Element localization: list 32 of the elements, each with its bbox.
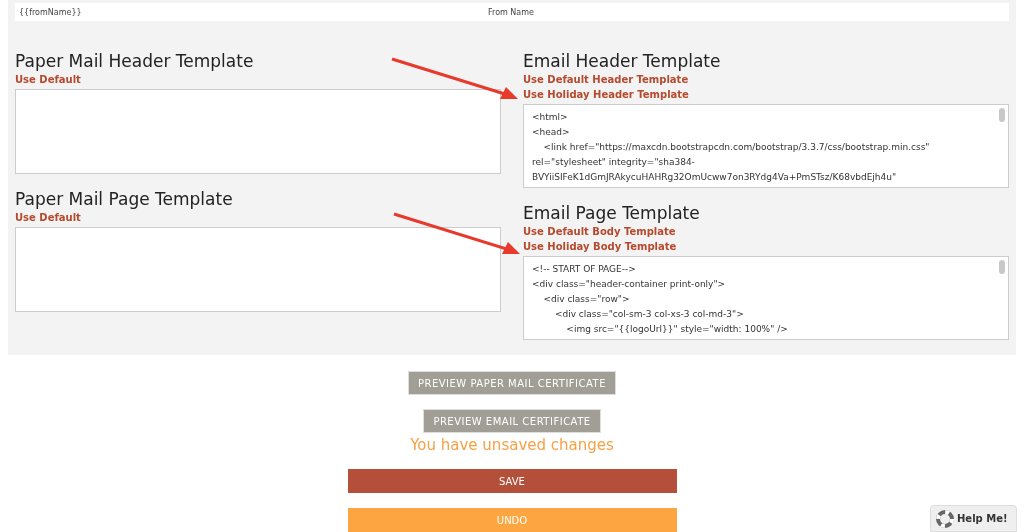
- template-link[interactable]: Use Default Header Template: [523, 72, 689, 87]
- template-link[interactable]: Use Default: [15, 210, 81, 225]
- code-line: <link href="https://maxcdn.bootstrapcdn.com/bootstrap/3.3.7/css/bootstrap.min.css" rel="stylesheet" integrity="sha384-BVYiiSIFeK1dGmJRAkycuHAHRg32OmUcww7on3RYdg4Va+PmSTsz/K68vbdEjh4u": [532, 141, 931, 184]
- code-line: <img src="{{logoUrl}}" style="width: 100%" />: [565, 323, 789, 336]
- lifebuoy-icon: [936, 509, 954, 528]
- section-title: Email Header Template: [523, 50, 721, 72]
- template-link[interactable]: Use Default Body Template: [523, 224, 676, 239]
- help-button[interactable]: Help Me!: [930, 505, 1017, 532]
- code-editor[interactable]: <html> <head> <link href="https://maxcdn.bootstrapcdn.com/bootstrap/3.3.7/css/bootstrap.min.css" rel="stylesheet" integrity="sha384-BVYiiSIFeK1dGmJRAkycuHAHRg32OmUcww7on3RYdg4Va+PmSTsz/K68vbdEjh4u": [523, 104, 1009, 188]
- template-editor[interactable]: [15, 89, 501, 174]
- section-title: Paper Mail Header Template: [15, 50, 254, 72]
- template-link[interactable]: Use Default: [15, 72, 81, 87]
- field-label: From Name: [488, 7, 534, 17]
- code-line: <div class="row">: [542, 293, 631, 306]
- scrollbar[interactable]: [999, 108, 1005, 122]
- code-line: <div class="col-sm-3 col-xs-3 col-md-3">: [553, 308, 745, 321]
- code-line: <head>: [532, 126, 571, 139]
- code-line: <div class="header-container print-only">: [532, 278, 727, 291]
- template-editor[interactable]: [15, 227, 501, 312]
- code-editor[interactable]: <!-- START OF PAGE--> <div class="header-container print-only"> <div class="row"> <div class="col-sm-3 col-xs-3 col-md-3"> <img src="{{logoUrl}}" style="width: 100%" />: [523, 256, 1009, 340]
- status-message: You have unsaved changes: [410, 435, 614, 455]
- variable-text: {{fromName}}: [19, 7, 83, 17]
- preview-button[interactable]: PREVIEW EMAIL CERTIFICATE: [423, 409, 601, 433]
- scrollbar[interactable]: [999, 260, 1005, 274]
- code-line: <!-- START OF PAGE-->: [532, 263, 637, 276]
- save-button[interactable]: SAVE: [347, 469, 677, 493]
- template-link[interactable]: Use Holiday Header Template: [523, 87, 689, 102]
- section-title: Paper Mail Page Template: [15, 188, 233, 210]
- code-line: <html>: [532, 111, 569, 124]
- section-title: Email Page Template: [523, 202, 700, 224]
- preview-button[interactable]: PREVIEW PAPER MAIL CERTIFICATE: [407, 371, 617, 395]
- template-link[interactable]: Use Holiday Body Template: [523, 239, 677, 254]
